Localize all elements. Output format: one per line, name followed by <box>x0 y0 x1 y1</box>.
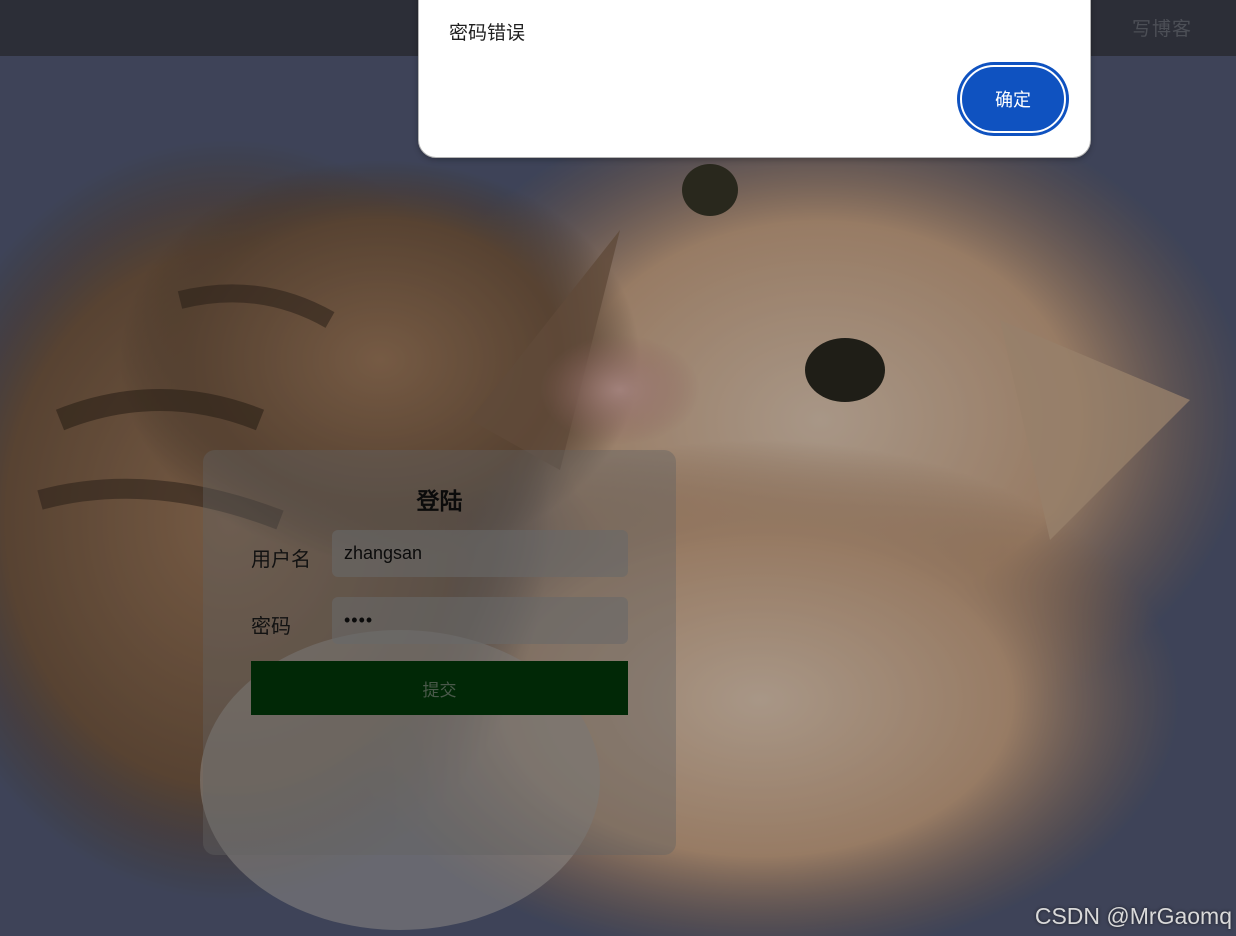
watermark: CSDN @MrGaomq <box>1034 903 1232 929</box>
alert-message: 密码错误 <box>449 22 526 44</box>
alert-ok-button[interactable]: 确定 <box>960 65 1066 133</box>
alert-dialog: 密码错误 确定 <box>418 0 1091 158</box>
page: 写博客 登陆 用户名 密码 提交 密码错误 确定 CSDN @MrGaomq <box>0 0 1236 936</box>
